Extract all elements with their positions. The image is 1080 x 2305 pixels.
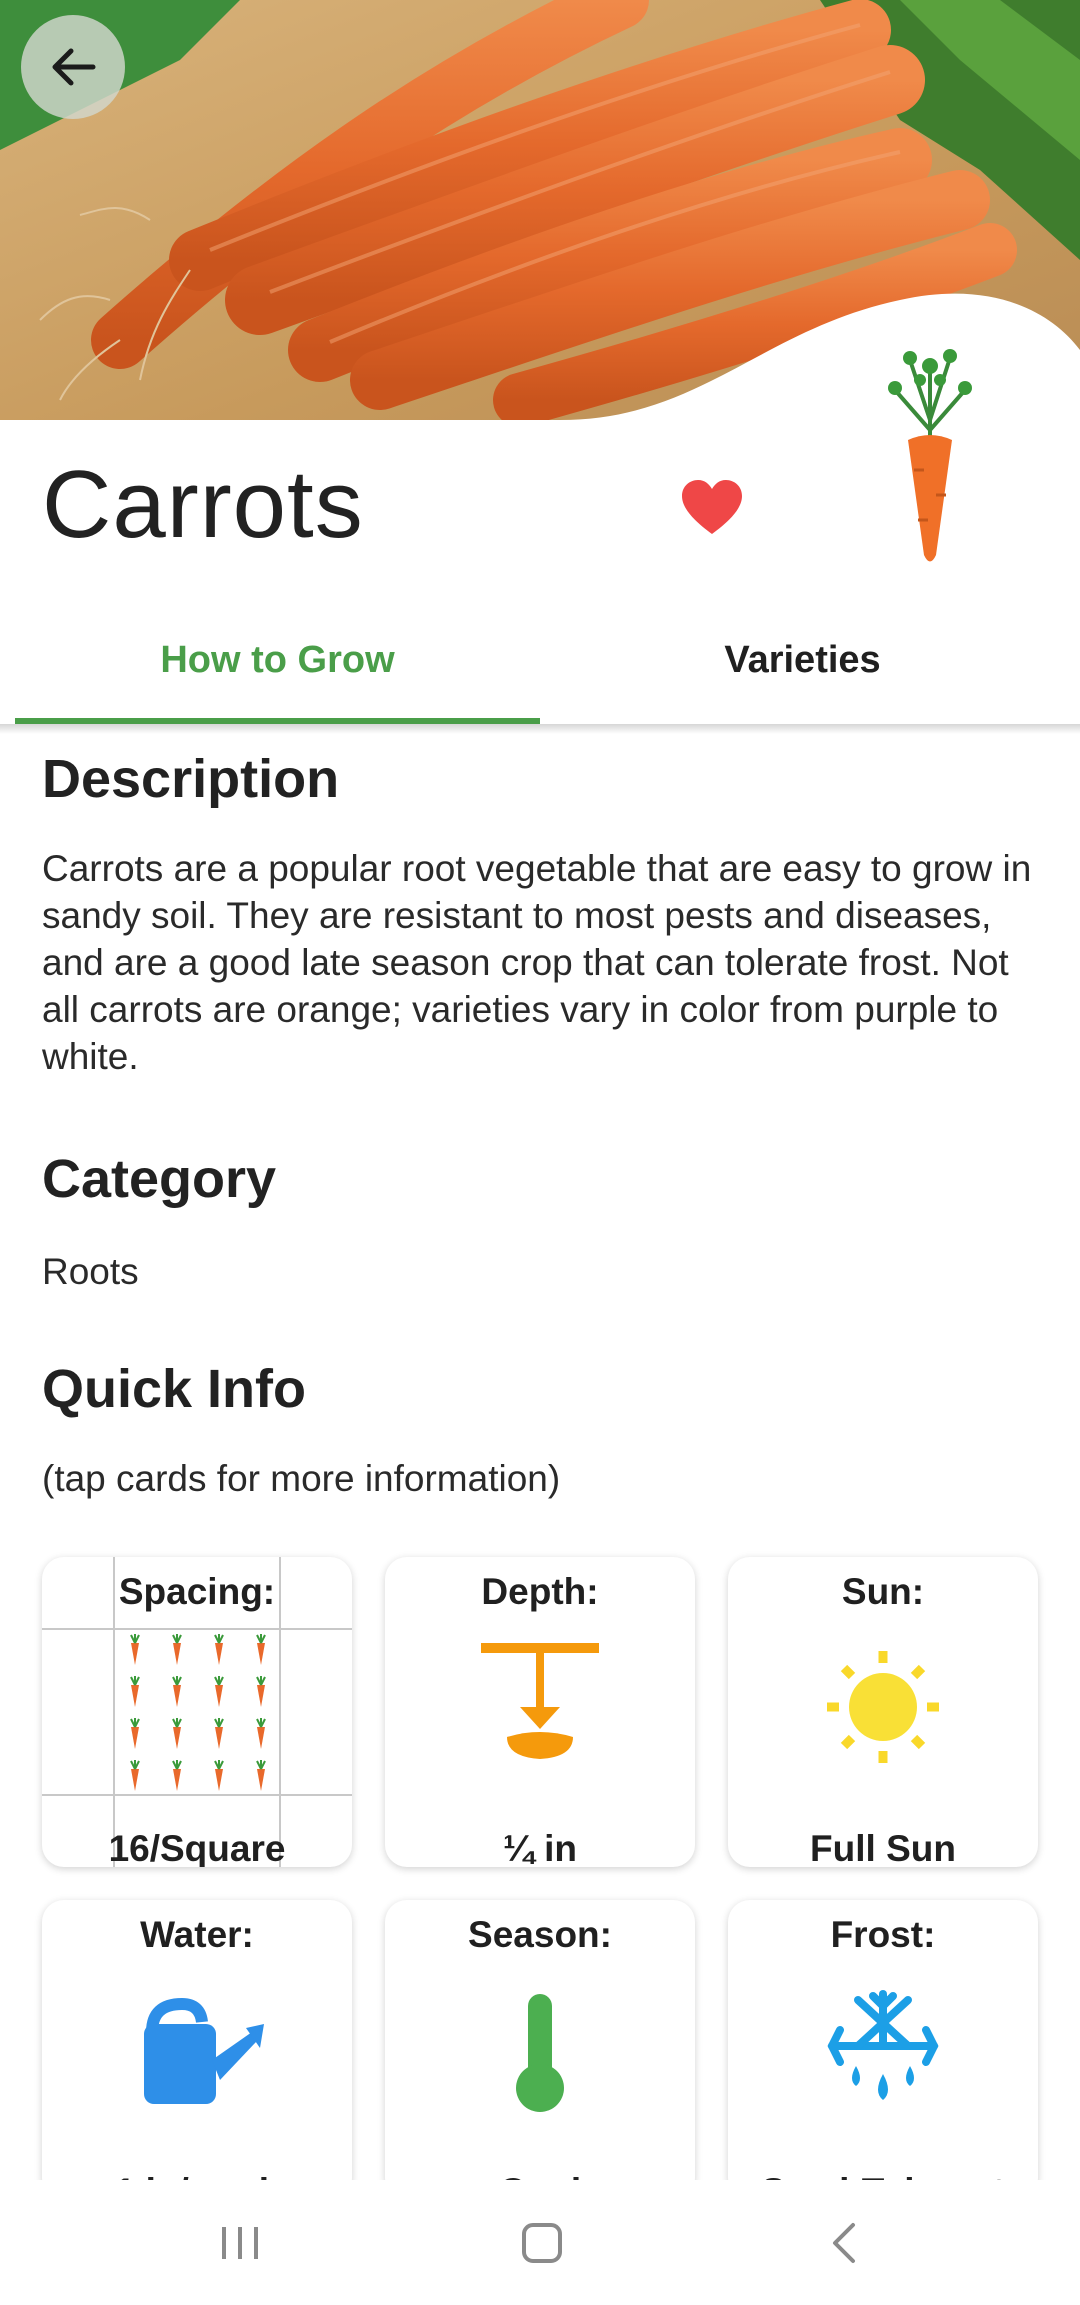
description-text: Carrots are a popular root vegetable tha… [42,848,1032,1077]
season-label: Season: [468,1914,612,1955]
recent-apps-button[interactable] [200,2208,280,2278]
favorite-heart-icon[interactable] [680,478,744,538]
tab-bar: How to Grow Varieties [0,600,1080,726]
tab-how-to-grow[interactable]: How to Grow [15,600,540,720]
water-label: Water: [140,1914,254,1955]
description-heading: Description [42,749,340,809]
depth-card[interactable]: Depth: ¼ in [385,1557,695,1867]
category-value: Roots [42,1251,139,1292]
sun-icon [827,1651,939,1763]
planting-depth-icon [481,1643,599,1759]
arrow-left-icon [52,48,96,86]
spacing-label: Spacing: [118,1571,276,1612]
category-heading: Category [42,1149,277,1209]
page-title: Carrots [42,451,364,558]
back-button[interactable] [21,15,125,119]
sun-value: Full Sun [810,1828,956,1867]
depth-value: ¼ in [502,1828,578,1867]
quick-info-subtitle: (tap cards for more information) [42,1458,561,1499]
tab-divider [0,724,1080,734]
quick-info-heading: Quick Info [42,1359,307,1419]
season-card[interactable]: Season: Cool [385,1900,695,2200]
recent-apps-icon [222,2227,258,2259]
watering-can-icon [144,1997,264,2104]
back-nav-icon [833,2223,855,2263]
thermometer-icon [516,1994,564,2112]
water-card[interactable]: Water: 1 in/week [42,1900,352,2200]
frost-card[interactable]: Frost: Semi-Tolerant [728,1900,1038,2200]
system-navigation-bar [0,2180,1080,2305]
home-button[interactable] [502,2208,582,2278]
home-icon [522,2223,562,2263]
sun-card[interactable]: Sun: Full Sun [728,1557,1038,1867]
tab-varieties[interactable]: Varieties [540,600,1065,720]
carrot-icon [888,349,972,562]
spacing-value: 16/Square [108,1828,286,1867]
frost-icon [827,1990,939,2100]
sun-label: Sun: [841,1571,925,1612]
depth-label: Depth: [481,1571,599,1612]
spacing-card[interactable]: Spacing: 16/Square [42,1557,352,1867]
frost-label: Frost: [830,1914,936,1955]
system-back-button[interactable] [804,2208,884,2278]
